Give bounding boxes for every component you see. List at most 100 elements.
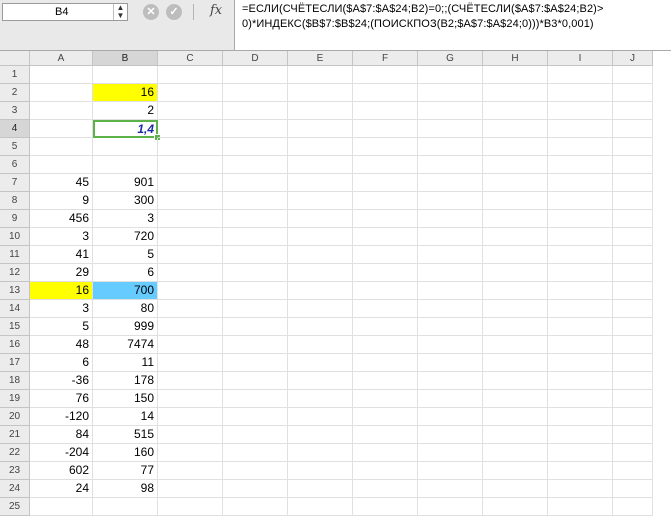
row-header-14[interactable]: 14 bbox=[0, 300, 30, 318]
cell-j25[interactable] bbox=[613, 498, 653, 516]
cell-f12[interactable] bbox=[353, 264, 418, 282]
confirm-edit-icon[interactable]: ✓ bbox=[166, 4, 182, 20]
insert-function-icon[interactable]: fx bbox=[210, 3, 222, 18]
cell-g11[interactable] bbox=[418, 246, 483, 264]
cell-a2[interactable] bbox=[30, 84, 93, 102]
cell-b10[interactable]: 720 bbox=[93, 228, 158, 246]
cell-j13[interactable] bbox=[613, 282, 653, 300]
cell-b18[interactable]: 178 bbox=[93, 372, 158, 390]
row-header-25[interactable]: 25 bbox=[0, 498, 30, 516]
cell-c21[interactable] bbox=[158, 426, 223, 444]
cell-j22[interactable] bbox=[613, 444, 653, 462]
cell-e2[interactable] bbox=[288, 84, 353, 102]
cell-a16[interactable]: 48 bbox=[30, 336, 93, 354]
cell-d20[interactable] bbox=[223, 408, 288, 426]
cell-a20[interactable]: -120 bbox=[30, 408, 93, 426]
cell-d3[interactable] bbox=[223, 102, 288, 120]
cell-c10[interactable] bbox=[158, 228, 223, 246]
cell-h20[interactable] bbox=[483, 408, 548, 426]
cell-j12[interactable] bbox=[613, 264, 653, 282]
cell-i7[interactable] bbox=[548, 174, 613, 192]
cell-c8[interactable] bbox=[158, 192, 223, 210]
cell-b1[interactable] bbox=[93, 66, 158, 84]
cell-a1[interactable] bbox=[30, 66, 93, 84]
cell-g6[interactable] bbox=[418, 156, 483, 174]
cell-h19[interactable] bbox=[483, 390, 548, 408]
cell-c20[interactable] bbox=[158, 408, 223, 426]
cell-i17[interactable] bbox=[548, 354, 613, 372]
cell-d17[interactable] bbox=[223, 354, 288, 372]
cell-i10[interactable] bbox=[548, 228, 613, 246]
cell-h7[interactable] bbox=[483, 174, 548, 192]
cell-d8[interactable] bbox=[223, 192, 288, 210]
cell-e6[interactable] bbox=[288, 156, 353, 174]
cell-g20[interactable] bbox=[418, 408, 483, 426]
cell-j10[interactable] bbox=[613, 228, 653, 246]
cell-j24[interactable] bbox=[613, 480, 653, 498]
cell-c5[interactable] bbox=[158, 138, 223, 156]
cell-b8[interactable]: 300 bbox=[93, 192, 158, 210]
cell-i18[interactable] bbox=[548, 372, 613, 390]
row-header-2[interactable]: 2 bbox=[0, 84, 30, 102]
row-header-7[interactable]: 7 bbox=[0, 174, 30, 192]
cell-b3[interactable]: 2 bbox=[93, 102, 158, 120]
cell-j8[interactable] bbox=[613, 192, 653, 210]
cell-a19[interactable]: 76 bbox=[30, 390, 93, 408]
cell-g3[interactable] bbox=[418, 102, 483, 120]
column-header-e[interactable]: E bbox=[288, 51, 353, 66]
cell-b9[interactable]: 3 bbox=[93, 210, 158, 228]
column-header-h[interactable]: H bbox=[483, 51, 548, 66]
cell-b19[interactable]: 150 bbox=[93, 390, 158, 408]
row-header-16[interactable]: 16 bbox=[0, 336, 30, 354]
cell-f21[interactable] bbox=[353, 426, 418, 444]
cell-d19[interactable] bbox=[223, 390, 288, 408]
cell-h4[interactable] bbox=[483, 120, 548, 138]
cell-j20[interactable] bbox=[613, 408, 653, 426]
cell-f2[interactable] bbox=[353, 84, 418, 102]
cell-c19[interactable] bbox=[158, 390, 223, 408]
cell-j3[interactable] bbox=[613, 102, 653, 120]
cell-e4[interactable] bbox=[288, 120, 353, 138]
cell-e17[interactable] bbox=[288, 354, 353, 372]
cell-b22[interactable]: 160 bbox=[93, 444, 158, 462]
row-header-24[interactable]: 24 bbox=[0, 480, 30, 498]
cell-h3[interactable] bbox=[483, 102, 548, 120]
cell-h17[interactable] bbox=[483, 354, 548, 372]
cell-i5[interactable] bbox=[548, 138, 613, 156]
cell-a18[interactable]: -36 bbox=[30, 372, 93, 390]
cell-f23[interactable] bbox=[353, 462, 418, 480]
cell-d23[interactable] bbox=[223, 462, 288, 480]
cancel-edit-icon[interactable]: ✕ bbox=[143, 4, 159, 20]
cell-g9[interactable] bbox=[418, 210, 483, 228]
column-header-d[interactable]: D bbox=[223, 51, 288, 66]
cell-i21[interactable] bbox=[548, 426, 613, 444]
cell-j9[interactable] bbox=[613, 210, 653, 228]
cell-c17[interactable] bbox=[158, 354, 223, 372]
column-header-i[interactable]: I bbox=[548, 51, 613, 66]
cell-e23[interactable] bbox=[288, 462, 353, 480]
cell-c25[interactable] bbox=[158, 498, 223, 516]
cell-d7[interactable] bbox=[223, 174, 288, 192]
cell-c13[interactable] bbox=[158, 282, 223, 300]
row-header-4[interactable]: 4 bbox=[0, 120, 30, 138]
cell-i1[interactable] bbox=[548, 66, 613, 84]
cell-a4[interactable] bbox=[30, 120, 93, 138]
cell-j5[interactable] bbox=[613, 138, 653, 156]
cell-g19[interactable] bbox=[418, 390, 483, 408]
cell-h14[interactable] bbox=[483, 300, 548, 318]
cell-e16[interactable] bbox=[288, 336, 353, 354]
cell-f19[interactable] bbox=[353, 390, 418, 408]
cell-d4[interactable] bbox=[223, 120, 288, 138]
cell-c3[interactable] bbox=[158, 102, 223, 120]
column-header-b[interactable]: B bbox=[93, 51, 158, 66]
cell-h16[interactable] bbox=[483, 336, 548, 354]
cell-h11[interactable] bbox=[483, 246, 548, 264]
cell-c2[interactable] bbox=[158, 84, 223, 102]
cell-j11[interactable] bbox=[613, 246, 653, 264]
cell-e20[interactable] bbox=[288, 408, 353, 426]
cell-a9[interactable]: 456 bbox=[30, 210, 93, 228]
row-header-17[interactable]: 17 bbox=[0, 354, 30, 372]
name-box-stepper-icon[interactable]: ▲ ▼ bbox=[113, 4, 127, 20]
cell-c16[interactable] bbox=[158, 336, 223, 354]
cell-c1[interactable] bbox=[158, 66, 223, 84]
